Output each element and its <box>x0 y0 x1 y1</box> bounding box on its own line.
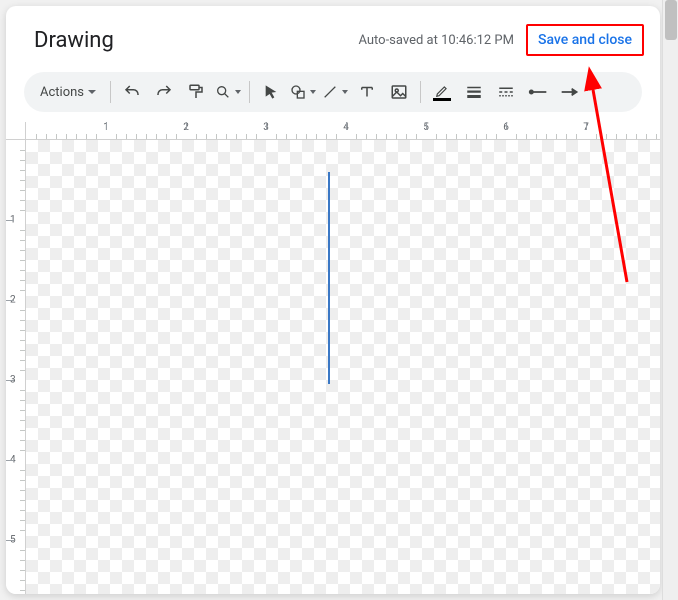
image-icon <box>390 83 408 101</box>
undo-icon <box>123 83 141 101</box>
toolbar-wrap: Actions <box>6 72 660 112</box>
shape-icon <box>290 84 306 100</box>
ruler-corner <box>6 122 26 140</box>
toolbar: Actions <box>24 72 642 112</box>
separator <box>249 81 250 103</box>
save-and-close-button[interactable]: Save and close <box>526 24 644 56</box>
undo-button[interactable] <box>117 77 147 107</box>
paint-format-icon <box>187 83 205 101</box>
line-weight-button[interactable] <box>459 77 489 107</box>
caret-down-icon <box>310 90 316 94</box>
caret-down-icon <box>88 90 96 94</box>
separator <box>420 81 421 103</box>
line-start-button[interactable] <box>523 77 553 107</box>
line-weight-icon <box>465 83 483 101</box>
textbox-button[interactable] <box>352 77 382 107</box>
select-icon <box>263 84 279 100</box>
browser-scrollbar[interactable] <box>662 0 678 600</box>
line-color-button[interactable] <box>427 77 457 107</box>
drawn-vertical-line[interactable] <box>328 172 330 384</box>
line-icon <box>322 84 338 100</box>
horizontal-ruler: 1234567 <box>26 122 660 140</box>
redo-icon <box>155 83 173 101</box>
line-end-icon <box>560 86 580 98</box>
actions-label: Actions <box>40 85 84 100</box>
line-start-icon <box>528 86 548 98</box>
paint-format-button[interactable] <box>181 77 211 107</box>
zoom-button[interactable] <box>213 77 243 107</box>
image-button[interactable] <box>384 77 414 107</box>
separator <box>110 81 111 103</box>
actions-menu-button[interactable]: Actions <box>32 81 104 104</box>
page-title: Drawing <box>34 28 114 53</box>
line-dash-button[interactable] <box>491 77 521 107</box>
select-tool-button[interactable] <box>256 77 286 107</box>
modal-header: Drawing Auto-saved at 10:46:12 PM Save a… <box>6 6 660 72</box>
drawing-modal: Drawing Auto-saved at 10:46:12 PM Save a… <box>6 6 660 594</box>
drawing-canvas[interactable] <box>26 140 660 594</box>
autosave-status: Auto-saved at 10:46:12 PM <box>358 33 514 48</box>
vertical-ruler: 12345 <box>6 140 26 594</box>
textbox-icon <box>358 83 376 101</box>
line-dash-icon <box>497 83 515 101</box>
redo-button[interactable] <box>149 77 179 107</box>
line-color-swatch <box>433 98 451 101</box>
scrollbar-thumb[interactable] <box>665 0 677 40</box>
line-tool-button[interactable] <box>320 77 350 107</box>
line-end-button[interactable] <box>555 77 585 107</box>
caret-down-icon <box>342 90 348 94</box>
caret-down-icon <box>235 90 241 94</box>
canvas-area: 1234567 12345 <box>6 122 660 594</box>
shape-tool-button[interactable] <box>288 77 318 107</box>
zoom-icon <box>215 84 231 100</box>
pen-icon <box>434 84 450 98</box>
